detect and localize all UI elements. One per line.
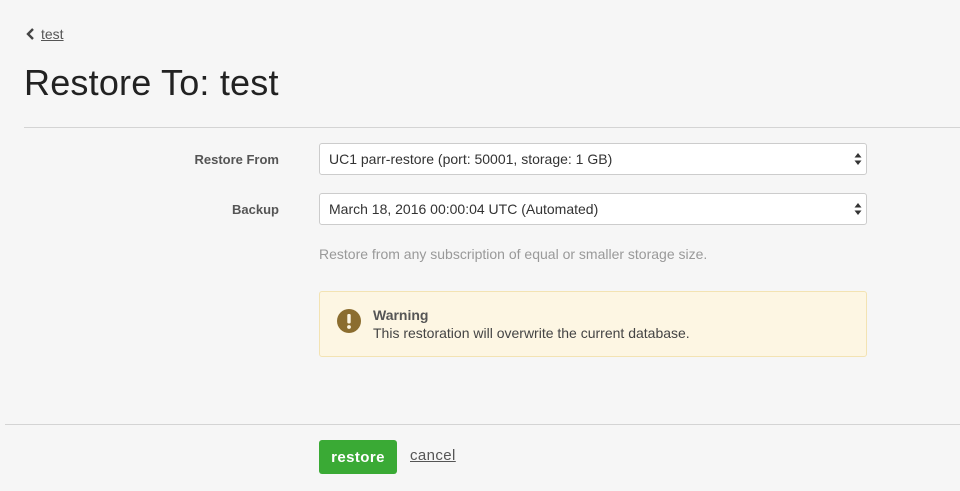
page-title: Restore To: test (24, 62, 279, 103)
back-link-label[interactable]: test (41, 26, 64, 42)
backup-label: Backup (232, 202, 279, 217)
restore-from-value: UC1 parr-restore (port: 50001, storage: … (329, 151, 613, 167)
restore-from-select[interactable]: UC1 parr-restore (port: 50001, storage: … (319, 143, 867, 175)
select-arrows-icon (854, 153, 862, 165)
storage-hint: Restore from any subscription of equal o… (319, 246, 708, 262)
chevron-left-icon (26, 28, 34, 40)
backup-select[interactable]: March 18, 2016 00:00:04 UTC (Automated) (319, 193, 867, 225)
backup-value: March 18, 2016 00:00:04 UTC (Automated) (329, 201, 599, 217)
restore-button[interactable]: restore (319, 440, 397, 474)
back-link[interactable]: test (26, 26, 64, 42)
header-divider (24, 127, 960, 128)
footer-divider (5, 424, 960, 425)
exclamation-icon (337, 309, 361, 333)
backup-row: Backup March 18, 2016 00:00:04 UTC (Auto… (0, 193, 960, 227)
cancel-link[interactable]: cancel (410, 447, 456, 464)
warning-alert: Warning This restoration will overwrite … (319, 291, 867, 357)
select-arrows-icon (854, 203, 862, 215)
warning-title: Warning (373, 307, 429, 323)
warning-message: This restoration will overwrite the curr… (373, 325, 690, 341)
restore-from-row: Restore From UC1 parr-restore (port: 500… (0, 143, 960, 177)
restore-from-label: Restore From (194, 152, 279, 167)
